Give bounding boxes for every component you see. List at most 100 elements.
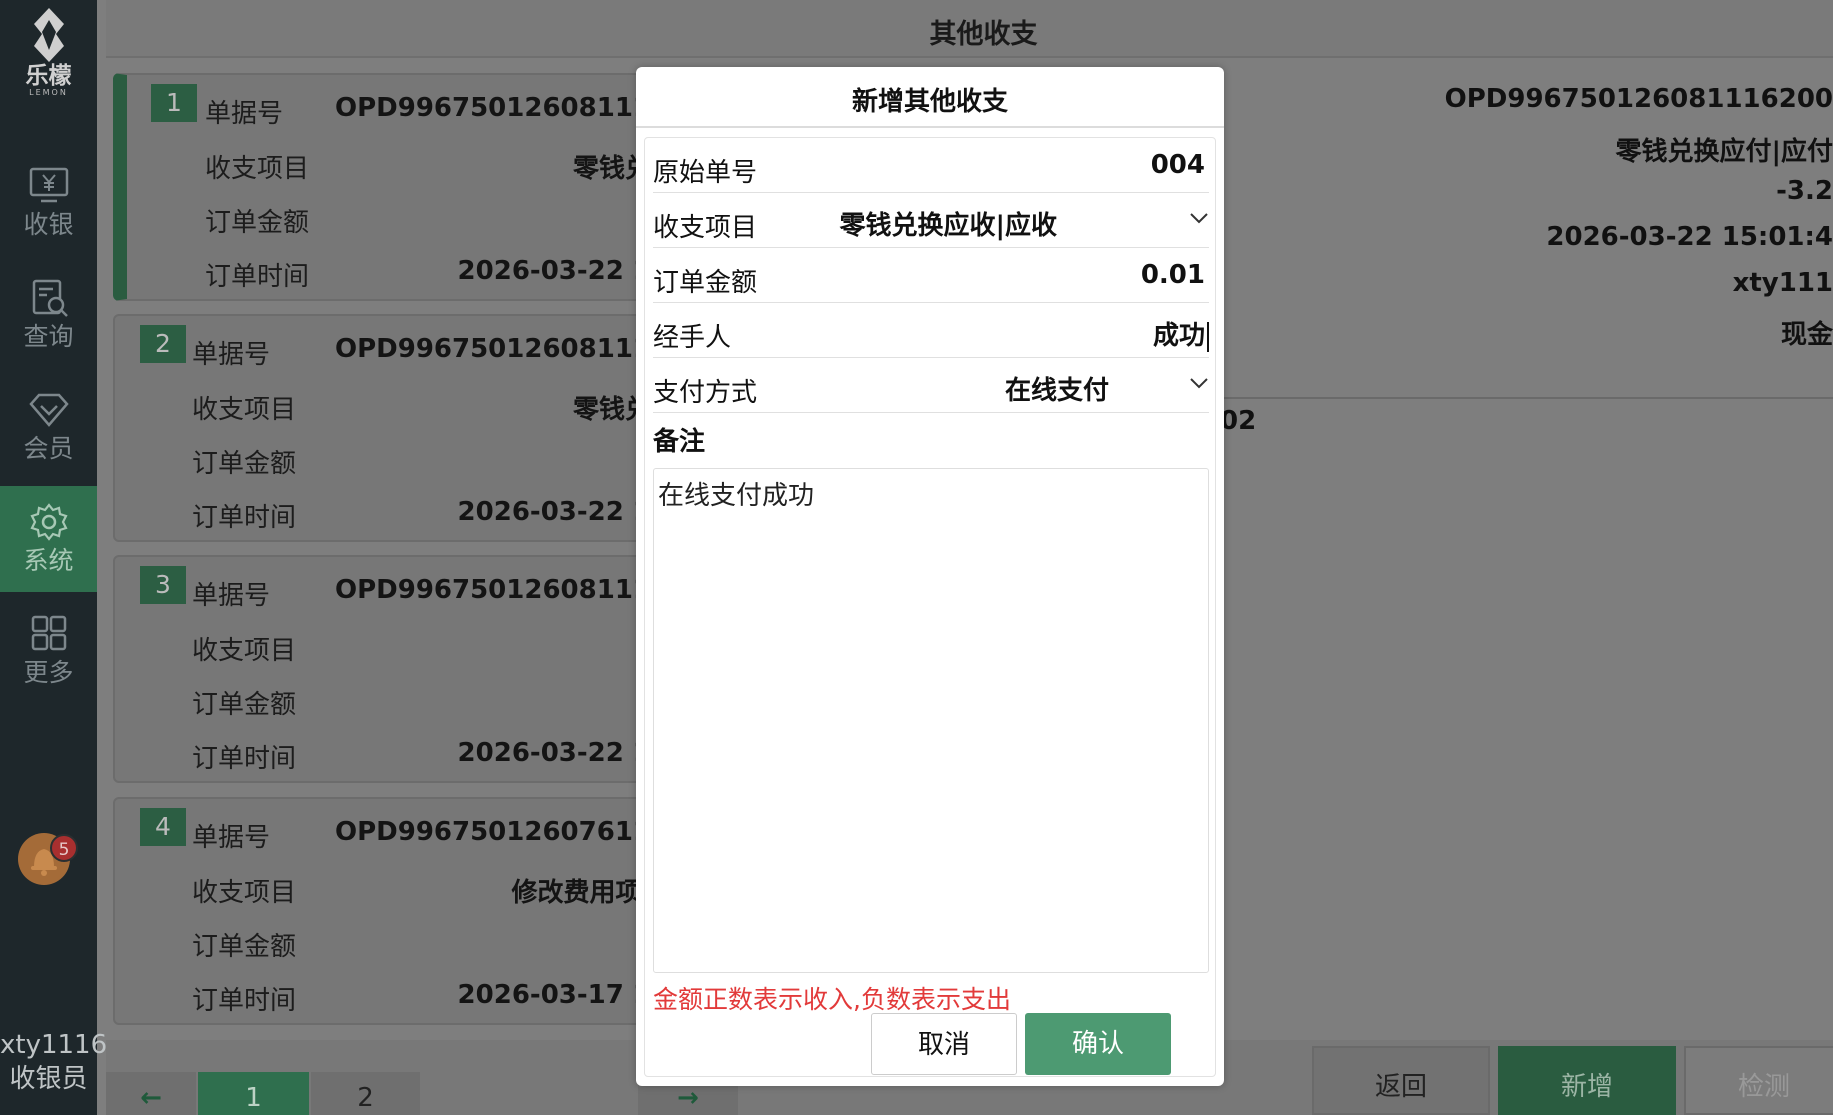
logo-subtitle: LEMON — [29, 88, 68, 97]
nav-label-query: 查询 — [23, 322, 74, 351]
page-number: 2 — [357, 1083, 374, 1113]
item-value: 零钱兑换应收|应收 — [839, 211, 1058, 241]
pager-page-2[interactable]: 2 — [311, 1072, 420, 1115]
nav-item-member[interactable]: 会员 — [0, 374, 97, 480]
record-index: 2 — [140, 325, 186, 363]
logo-name: 乐檬 — [25, 63, 72, 89]
handler-label: 经手人 — [653, 323, 732, 353]
user-role: 收银员 — [9, 1064, 88, 1094]
pager-page-1[interactable]: 1 — [198, 1072, 309, 1115]
detail-amount: -3.2 — [1776, 176, 1833, 206]
arrow-left-icon: ← — [140, 1083, 162, 1113]
origin-no-label: 原始单号 — [653, 158, 758, 188]
record-card[interactable]: 1 单据号 OPD99675012608111 收支项目 零钱兑 订单金额 订单… — [113, 73, 653, 301]
detail-time: 2026-03-22 15:01:4 — [1546, 222, 1833, 252]
check-button[interactable]: 检测 — [1684, 1046, 1833, 1115]
page-title: 其他收支 — [929, 19, 1038, 50]
record-label-amount: 订单金额 — [205, 208, 310, 238]
page-number: 1 — [245, 1083, 262, 1113]
pay-method-select[interactable]: 支付方式 在线支付 — [653, 358, 1209, 413]
record-label-item: 收支项目 — [192, 878, 297, 908]
cancel-button[interactable]: 取消 — [871, 1013, 1017, 1075]
diamond-icon — [28, 393, 69, 427]
record-item: 修改费用项| — [511, 878, 652, 908]
grid-icon — [31, 615, 66, 651]
record-label-amount: 订单金额 — [192, 932, 297, 962]
detail-panel: OPD996750126081116200 零钱兑换应付|应付 -3.2 202… — [1222, 68, 1833, 398]
origin-no-field[interactable]: 原始单号 004 — [653, 138, 1209, 193]
record-bill-no: OPD99675012608111 — [334, 575, 651, 605]
dialog-title: 新增其他收支 — [851, 87, 1008, 117]
record-time: 2026-03-17 1 — [457, 980, 651, 1010]
gear-icon — [29, 503, 68, 541]
record-bill-no: OPD99675012608111 — [334, 93, 651, 123]
amount-value: 0.01 — [1140, 260, 1205, 290]
detail-operator: xty111 — [1732, 268, 1833, 298]
record-card[interactable]: 4 单据号 OPD99675012607611 收支项目 修改费用项| 订单金额… — [113, 797, 653, 1025]
note-label: 备注 — [653, 427, 706, 457]
record-label-bill-no: 单据号 — [192, 340, 271, 370]
nav-label-cashier: 收银 — [23, 210, 74, 239]
cashier-icon — [29, 167, 68, 203]
amount-field[interactable]: 订单金额 0.01 — [653, 248, 1209, 303]
detail-item: 零钱兑换应付|应付 — [1615, 137, 1833, 167]
logo-icon — [33, 8, 64, 62]
dialog-form: 原始单号 004 收支项目 零钱兑换应收|应收 订单金额 0.01 经手人 成功… — [644, 137, 1216, 1077]
record-bill-no: OPD99675012607611 — [334, 817, 651, 847]
record-card[interactable]: 2 单据号 OPD99675012608111 收支项目 零钱兑 订单金额 订单… — [113, 314, 653, 542]
amount-label: 订单金额 — [653, 268, 758, 298]
detail-bill-no: OPD996750126081116200 — [1444, 84, 1833, 114]
origin-no-value: 004 — [1150, 150, 1205, 180]
detail-pay-method: 现金 — [1780, 320, 1833, 350]
chevron-down-icon — [1190, 213, 1208, 224]
nav-item-more[interactable]: 更多 — [0, 598, 97, 704]
query-icon — [32, 279, 68, 317]
user-name: xty1116 — [0, 1030, 108, 1060]
record-label-item: 收支项目 — [192, 636, 297, 666]
detail-divider — [1222, 397, 1833, 399]
confirm-button[interactable]: 确认 — [1025, 1013, 1171, 1075]
record-label-amount: 订单金额 — [192, 690, 297, 720]
handler-value: 成功 — [1152, 321, 1205, 351]
record-label-time: 订单时间 — [192, 503, 297, 533]
add-record-dialog: 新增其他收支 原始单号 004 收支项目 零钱兑换应收|应收 订单金额 0.01… — [636, 67, 1224, 1086]
record-card[interactable]: 3 单据号 OPD99675012608111 收支项目 订单金额 订单时间 2… — [113, 555, 653, 783]
header-bar: 其他收支 — [106, 0, 1833, 58]
record-time: 2026-03-22 1 — [457, 497, 651, 527]
amount-hint: 金额正数表示收入,负数表示支出 — [653, 985, 1011, 1014]
nav-item-cashier[interactable]: 收银 — [0, 150, 97, 256]
record-bill-no: OPD99675012608111 — [334, 334, 651, 364]
record-label-time: 订单时间 — [192, 986, 297, 1016]
record-index: 1 — [151, 84, 197, 122]
record-label-bill-no: 单据号 — [192, 581, 271, 611]
notification-count-badge: 5 — [50, 834, 78, 862]
record-label-amount: 订单金额 — [192, 449, 297, 479]
nav-label-more: 更多 — [23, 658, 74, 687]
add-button[interactable]: 新增 — [1498, 1046, 1676, 1115]
pay-method-value: 在线支付 — [1004, 376, 1109, 406]
record-label-item: 收支项目 — [192, 395, 297, 425]
pager-prev-button[interactable]: ← — [106, 1072, 196, 1115]
nav-label-member: 会员 — [23, 434, 74, 463]
nav-label-system: 系统 — [23, 546, 74, 575]
dialog-divider — [636, 126, 1224, 128]
nav-item-query[interactable]: 查询 — [0, 262, 97, 368]
chevron-down-icon — [1190, 378, 1208, 389]
item-label: 收支项目 — [653, 213, 758, 243]
text-caret — [1207, 321, 1209, 352]
app-logo: 乐檬 LEMON — [0, 6, 97, 110]
pay-method-label: 支付方式 — [653, 378, 758, 408]
sidebar: 乐檬 LEMON 收银 查询 会员 系统 更多 5 xty1116 收银员 — [0, 0, 108, 1115]
note-textarea[interactable]: 在线支付成功 — [653, 468, 1209, 973]
record-time: 2026-03-22 1 — [457, 256, 651, 286]
record-label-time: 订单时间 — [205, 262, 310, 292]
back-button[interactable]: 返回 — [1312, 1046, 1490, 1115]
record-label-bill-no: 单据号 — [192, 823, 271, 853]
record-label-bill-no: 单据号 — [205, 99, 284, 129]
detail-note-snippet: 02 — [1220, 406, 1257, 436]
item-select[interactable]: 收支项目 零钱兑换应收|应收 — [653, 193, 1209, 248]
nav-item-system[interactable]: 系统 — [0, 486, 97, 592]
record-label-time: 订单时间 — [192, 744, 297, 774]
handler-field[interactable]: 经手人 成功 — [653, 303, 1209, 358]
record-index: 4 — [140, 808, 186, 846]
